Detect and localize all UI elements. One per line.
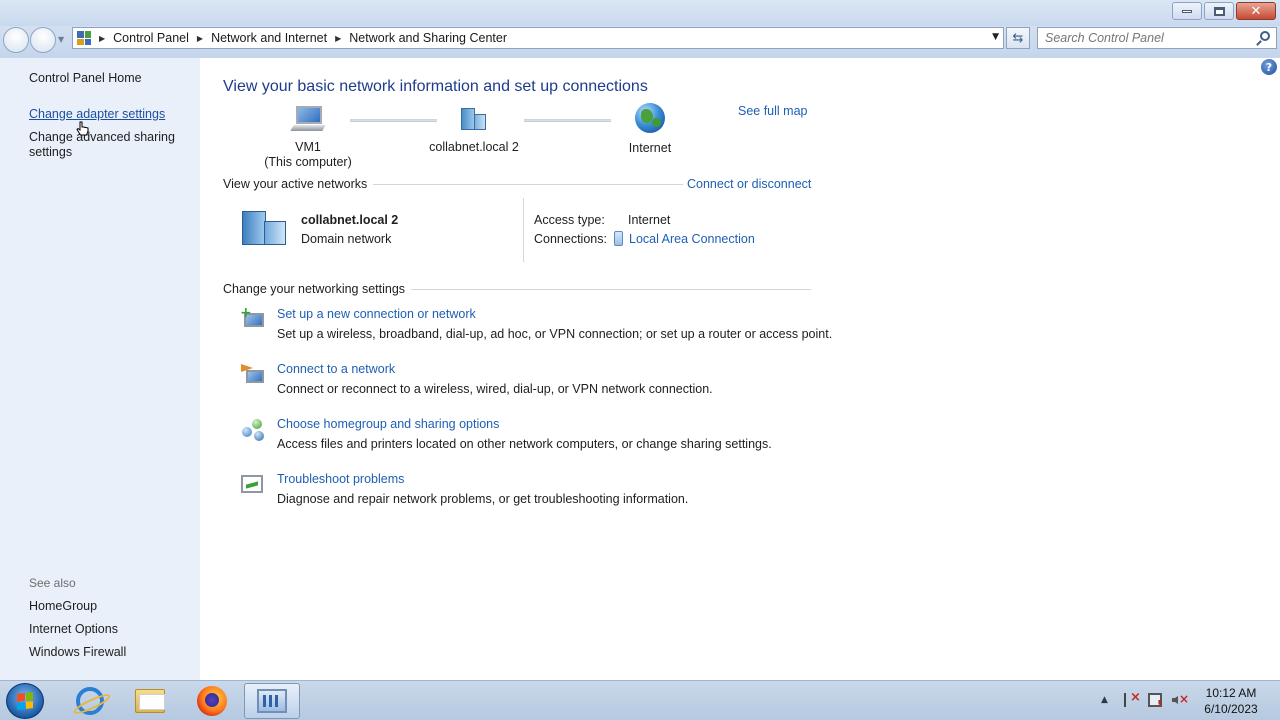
active-networks-heading-text: View your active networks: [223, 177, 368, 191]
computer-name: VM1: [295, 140, 321, 154]
network-name: collabnet.local 2: [429, 140, 519, 154]
domain-network-icon[interactable]: [242, 207, 290, 247]
map-node-network[interactable]: collabnet.local 2: [424, 106, 524, 155]
map-connection-line: [524, 119, 611, 122]
new-connection-icon: +: [240, 306, 266, 333]
back-button[interactable]: [3, 27, 29, 53]
taskbar-control-panel[interactable]: [244, 683, 300, 719]
volume-muted-icon[interactable]: [1172, 692, 1189, 707]
network-status-icon[interactable]: [1148, 693, 1162, 710]
breadcrumb-network-and-internet[interactable]: Network and Internet: [211, 31, 327, 45]
active-networks-heading: View your active networks: [223, 177, 694, 191]
setup-connection-link[interactable]: Set up a new connection or network: [277, 307, 476, 321]
map-node-computer: VM1 (This computer): [258, 106, 358, 170]
folder-icon: [135, 689, 165, 713]
section-divider: [373, 183, 694, 185]
windows-firewall-link[interactable]: Windows Firewall: [29, 645, 126, 659]
forward-button[interactable]: [30, 27, 56, 53]
connections-label: Connections:: [534, 232, 607, 246]
breadcrumb-arrow-icon[interactable]: ▶: [335, 34, 341, 43]
recent-pages-dropdown[interactable]: ▼: [58, 35, 64, 44]
action-center-icon[interactable]: [1124, 690, 1141, 707]
see-also-label: See also: [29, 576, 76, 590]
access-type-value: Internet: [628, 213, 671, 227]
help-icon[interactable]: ?: [1261, 59, 1277, 75]
firefox-icon: [197, 686, 227, 716]
refresh-button[interactable]: ⇆: [1006, 27, 1030, 49]
troubleshoot-problems-link[interactable]: Troubleshoot problems: [277, 472, 404, 486]
homegroup-sharing-link[interactable]: Choose homegroup and sharing options: [277, 417, 499, 431]
system-clock[interactable]: 10:12 AM 6/10/2023: [1196, 685, 1266, 717]
search-input[interactable]: [1045, 31, 1255, 45]
globe-icon: [635, 103, 665, 133]
start-button[interactable]: [6, 683, 44, 719]
see-full-map-link[interactable]: See full map: [738, 104, 807, 118]
breadcrumb-network-and-sharing-center[interactable]: Network and Sharing Center: [349, 31, 507, 45]
change-advanced-sharing-settings-link[interactable]: Change advanced sharing settings: [29, 130, 179, 160]
ethernet-connection-icon: [614, 231, 623, 246]
vertical-divider: [523, 198, 524, 262]
maximize-icon: [1213, 6, 1225, 16]
breadcrumb-control-panel[interactable]: Control Panel: [113, 31, 189, 45]
clock-time: 10:12 AM: [1205, 686, 1257, 700]
clock-date: 6/10/2023: [1204, 702, 1258, 716]
homegroup-icon: [240, 417, 266, 443]
local-area-connection-link[interactable]: Local Area Connection: [629, 232, 755, 246]
address-bar[interactable]: ▶ Control Panel ▶ Network and Internet ▶…: [72, 27, 1004, 49]
change-adapter-settings-link[interactable]: Change adapter settings: [29, 107, 165, 121]
connect-network-icon: [240, 362, 266, 388]
networking-settings-heading: Change your networking settings: [223, 282, 812, 296]
taskbar: ▲ 10:12 AM 6/10/2023: [0, 680, 1280, 720]
left-nav-pane: Control Panel Home Change adapter settin…: [0, 58, 200, 680]
connect-or-disconnect-link[interactable]: Connect or disconnect: [683, 177, 812, 191]
search-box[interactable]: [1037, 27, 1277, 49]
active-network-type[interactable]: Domain network: [301, 232, 391, 246]
page-title: View your basic network information and …: [223, 78, 648, 95]
connect-to-network-link[interactable]: Connect to a network: [277, 362, 395, 376]
control-panel-icon: [77, 31, 91, 45]
main-content: ? View your basic network information an…: [200, 58, 1280, 680]
section-divider: [411, 288, 812, 290]
active-network-name[interactable]: collabnet.local 2: [301, 213, 398, 227]
close-button[interactable]: ✕: [1236, 2, 1276, 20]
computer-icon: [290, 106, 326, 132]
search-icon[interactable]: [1260, 31, 1270, 41]
control-panel-icon: [257, 689, 287, 713]
homegroup-sharing-description: Access files and printers located on oth…: [277, 437, 772, 451]
address-dropdown-icon[interactable]: ▼: [992, 32, 999, 42]
hand-cursor-icon: [76, 121, 89, 136]
window-titlebar: ✕: [0, 0, 1280, 26]
breadcrumb-arrow-icon[interactable]: ▶: [197, 34, 203, 43]
internet-options-link[interactable]: Internet Options: [29, 622, 118, 636]
navigation-bar: ▼ ▶ Control Panel ▶ Network and Internet…: [0, 26, 1280, 58]
maximize-button[interactable]: [1204, 2, 1234, 20]
minimize-button[interactable]: [1172, 2, 1202, 20]
access-type-label: Access type:: [534, 213, 605, 227]
troubleshoot-problems-description: Diagnose and repair network problems, or…: [277, 492, 689, 506]
close-icon: ✕: [1250, 3, 1262, 19]
taskbar-file-explorer[interactable]: [122, 683, 178, 719]
show-hidden-icons-icon[interactable]: ▲: [1101, 695, 1108, 705]
setup-connection-description: Set up a wireless, broadband, dial-up, a…: [277, 327, 833, 341]
homegroup-link[interactable]: HomeGroup: [29, 599, 97, 613]
taskbar-firefox[interactable]: [184, 683, 240, 719]
internet-label: Internet: [628, 141, 672, 155]
computer-subtitle: (This computer): [264, 155, 352, 169]
troubleshoot-icon: [240, 472, 266, 498]
networking-settings-heading-text: Change your networking settings: [223, 282, 406, 296]
taskbar-internet-explorer[interactable]: [62, 683, 118, 719]
connect-to-network-description: Connect or reconnect to a wireless, wire…: [277, 382, 713, 396]
domain-network-icon: [459, 106, 489, 132]
map-node-internet[interactable]: Internet: [615, 103, 685, 156]
windows-logo-icon: [17, 692, 33, 710]
refresh-icon: ⇆: [1012, 30, 1024, 46]
caption-buttons: ✕: [1172, 2, 1276, 20]
internet-explorer-icon: [76, 687, 104, 715]
minimize-icon: [1182, 9, 1192, 13]
control-panel-home-link[interactable]: Control Panel Home: [29, 71, 142, 85]
breadcrumb-arrow-icon[interactable]: ▶: [99, 34, 105, 43]
